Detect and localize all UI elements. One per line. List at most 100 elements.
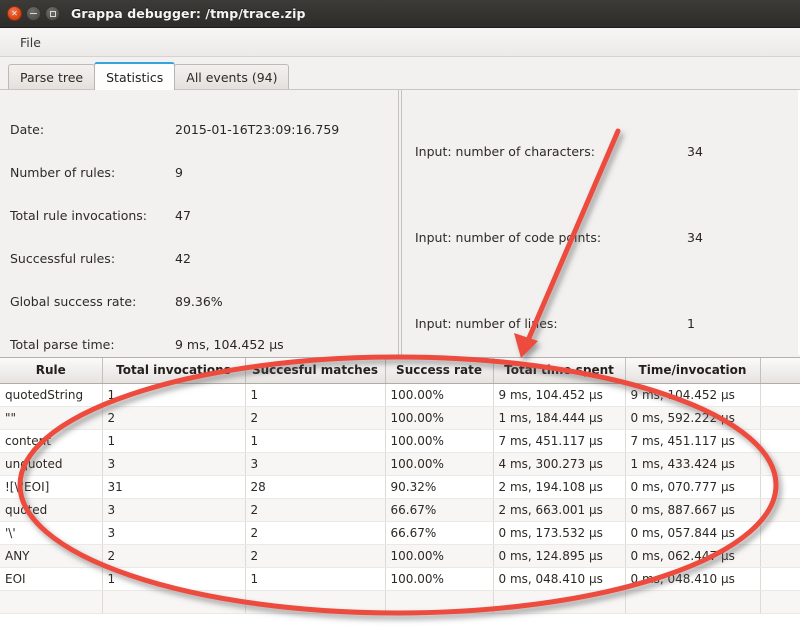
stat-row-successful-rules: Successful rules: 42 (0, 237, 398, 280)
cell-succesful-matches: 2 (245, 544, 386, 568)
table-row[interactable]: ![\"EOI] 31 28 90.32% 2 ms, 194.108 µs 0 ms, … (0, 475, 800, 499)
stat-label: Date: (10, 122, 45, 137)
tab-parse-tree[interactable]: Parse tree (8, 64, 96, 90)
window-controls: ✕ (0, 6, 60, 21)
cell-empty (625, 590, 761, 614)
rule-statistics-table: Rule Total invocations Succesful matches… (0, 358, 800, 614)
stat-value: 2015-01-16T23:09:16.759 (175, 122, 340, 137)
maximize-icon[interactable] (45, 6, 60, 21)
stat-value: 42 (175, 251, 191, 266)
cell-rule: EOI (0, 567, 103, 591)
table-row[interactable]: '\' 3 2 66.67% 0 ms, 173.532 µs 0 ms, 057.844… (0, 521, 800, 545)
stat-label: Number of rules: (10, 165, 116, 180)
cell-success-rate: 66.67% (385, 521, 494, 545)
cell-total-invocations: 3 (102, 498, 246, 522)
table-header: Rule Total invocations Succesful matches… (0, 358, 800, 384)
cell-succesful-matches: 28 (245, 475, 386, 499)
stat-value: 1 (687, 315, 695, 331)
table-row[interactable]: "" 2 2 100.00% 1 ms, 184.444 µs 0 ms, 592.222… (0, 406, 800, 430)
input-summary-panel: Input: number of characters: 34 Input: n… (402, 90, 798, 355)
table-row[interactable]: ANY 2 2 100.00% 0 ms, 124.895 µs 0 ms, 062.44… (0, 544, 800, 568)
cell-success-rate: 100.00% (385, 567, 494, 591)
table-row[interactable]: quotedString 1 1 100.00% 9 ms, 104.452 µs 9 m… (0, 383, 800, 407)
table-row[interactable]: quoted 3 2 66.67% 2 ms, 663.001 µs 0 ms, 887.… (0, 498, 800, 522)
cell-time-invocation: 0 ms, 887.667 µs (625, 498, 761, 522)
cell-succesful-matches: 1 (245, 567, 386, 591)
menu-item-file[interactable]: File (11, 32, 50, 53)
cell-success-rate: 100.00% (385, 544, 494, 568)
stat-label: Successful rules: (10, 251, 116, 266)
cell-succesful-matches: 1 (245, 429, 386, 453)
cell-total-invocations: 2 (102, 406, 246, 430)
title-bar: ✕ Grappa debugger: /tmp/trace.zip (0, 0, 800, 28)
column-header-total-time-spent[interactable]: Total time spent (493, 358, 626, 384)
table-row[interactable]: unquoted 3 3 100.00% 4 ms, 300.273 µs 1 ms, 4… (0, 452, 800, 476)
cell-time-invocation: 0 ms, 070.777 µs (625, 475, 761, 499)
stat-label: Total parse time: (10, 337, 115, 352)
statistics-content: Date: 2015-01-16T23:09:16.759 Number of … (0, 89, 800, 355)
tab-strip: Parse tree Statistics All events (94) (0, 57, 800, 90)
cell-filler (760, 521, 800, 545)
cell-total-time-spent: 9 ms, 104.452 µs (493, 383, 626, 407)
stat-row-input-code-points: Input: number of code points: 34 (402, 194, 798, 280)
table-body: quotedString 1 1 100.00% 9 ms, 104.452 µs 9 m… (0, 383, 800, 614)
cell-total-time-spent: 1 ms, 184.444 µs (493, 406, 626, 430)
cell-filler (760, 475, 800, 499)
cell-time-invocation: 7 ms, 451.117 µs (625, 429, 761, 453)
cell-total-invocations: 1 (102, 383, 246, 407)
cell-filler (760, 567, 800, 591)
stat-label: Total rule invocations: (10, 208, 148, 223)
column-header-total-invocations[interactable]: Total invocations (102, 358, 246, 384)
stat-row-number-of-rules: Number of rules: 9 (0, 151, 398, 194)
cell-success-rate: 100.00% (385, 383, 494, 407)
cell-total-time-spent: 2 ms, 194.108 µs (493, 475, 626, 499)
cell-total-time-spent: 0 ms, 124.895 µs (493, 544, 626, 568)
cell-empty (385, 590, 494, 614)
window-title: Grappa debugger: /tmp/trace.zip (71, 6, 306, 21)
cell-total-invocations: 1 (102, 429, 246, 453)
cell-filler (760, 429, 800, 453)
cell-rule: quotedString (0, 383, 103, 407)
stat-value: 34 (687, 229, 703, 245)
stat-value: 9 (175, 165, 183, 180)
stat-row-input-characters: Input: number of characters: 34 (402, 108, 798, 194)
column-header-filler (760, 358, 800, 384)
column-header-time-invocation[interactable]: Time/invocation (625, 358, 761, 384)
column-header-succesful-matches[interactable]: Succesful matches (245, 358, 386, 384)
cell-succesful-matches: 2 (245, 521, 386, 545)
cell-succesful-matches: 2 (245, 498, 386, 522)
application-window: ✕ Grappa debugger: /tmp/trace.zip File P… (0, 0, 800, 628)
stat-row-total-rule-invocations: Total rule invocations: 47 (0, 194, 398, 237)
cell-total-time-spent: 2 ms, 663.001 µs (493, 498, 626, 522)
stat-row-input-lines: Input: number of lines: 1 (402, 280, 798, 366)
cell-rule: content (0, 429, 103, 453)
stat-label: Input: number of characters: (415, 143, 595, 159)
cell-success-rate: 100.00% (385, 406, 494, 430)
cell-total-invocations: 1 (102, 567, 246, 591)
cell-rule: ![\"EOI] (0, 475, 103, 499)
column-header-success-rate[interactable]: Success rate (385, 358, 494, 384)
column-header-rule[interactable]: Rule (0, 358, 103, 384)
table-row[interactable]: content 1 1 100.00% 7 ms, 451.117 µs 7 ms, 45… (0, 429, 800, 453)
stat-label: Input: number of code points: (415, 229, 602, 245)
cell-filler (760, 498, 800, 522)
table-row[interactable]: EOI 1 1 100.00% 0 ms, 048.410 µs 0 ms, 048.41… (0, 567, 800, 591)
tab-all-events[interactable]: All events (94) (174, 64, 290, 90)
cell-time-invocation: 0 ms, 057.844 µs (625, 521, 761, 545)
minimize-icon[interactable] (26, 6, 41, 21)
cell-rule: unquoted (0, 452, 103, 476)
stat-row-global-success-rate: Global success rate: 89.36% (0, 280, 398, 323)
parse-summary-panel: Date: 2015-01-16T23:09:16.759 Number of … (0, 90, 398, 355)
cell-total-invocations: 3 (102, 521, 246, 545)
rule-statistics-table-container[interactable]: Rule Total invocations Succesful matches… (0, 357, 800, 628)
stat-value: 47 (175, 208, 191, 223)
tab-statistics[interactable]: Statistics (94, 62, 176, 90)
cell-succesful-matches: 1 (245, 383, 386, 407)
cell-filler (760, 544, 800, 568)
cell-rule: quoted (0, 498, 103, 522)
cell-success-rate: 90.32% (385, 475, 494, 499)
stat-row-date: Date: 2015-01-16T23:09:16.759 (0, 108, 398, 151)
cell-total-invocations: 3 (102, 452, 246, 476)
cell-empty (760, 590, 800, 614)
close-icon[interactable]: ✕ (7, 6, 22, 21)
